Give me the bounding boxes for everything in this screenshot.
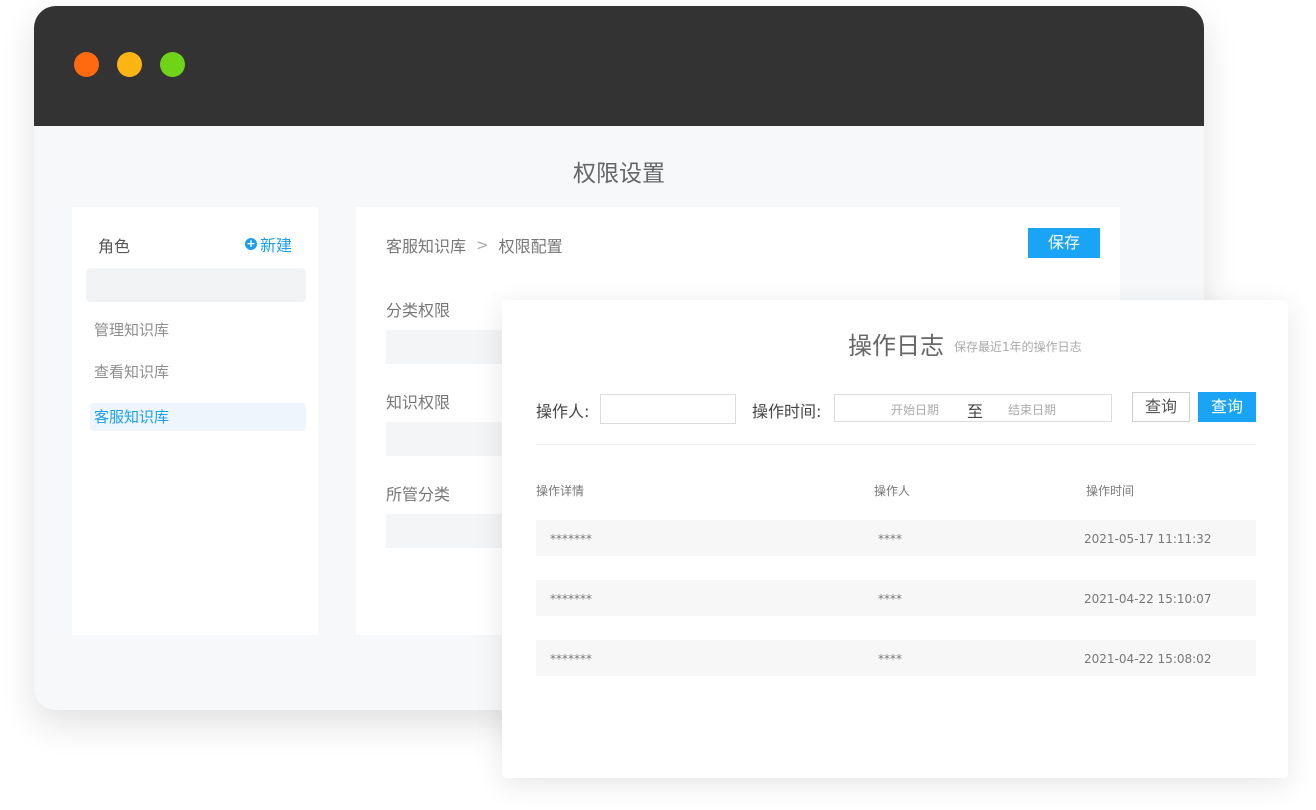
query-button[interactable]: 查询 — [1198, 392, 1256, 422]
table-row: ******* **** 2021-05-17 11:11:32 — [536, 520, 1256, 556]
cell-operator: **** — [878, 532, 902, 546]
column-header-detail: 操作详情 — [536, 484, 585, 498]
new-role-label: 新建 — [259, 236, 292, 255]
log-title: 操作日志 — [848, 332, 944, 360]
time-label: 操作时间: — [752, 402, 822, 421]
query-button-secondary[interactable]: 查询 — [1132, 392, 1190, 422]
role-item-view[interactable]: 查看知识库 — [94, 361, 169, 382]
end-date-placeholder[interactable]: 结束日期 — [1008, 401, 1056, 418]
title-bar — [34, 6, 1204, 126]
cell-detail: ******* — [550, 592, 592, 606]
divider — [536, 444, 1256, 445]
log-subtitle: 保存最近1年的操作日志 — [954, 340, 1082, 354]
start-date-placeholder[interactable]: 开始日期 — [891, 401, 939, 418]
breadcrumb-item[interactable]: 客服知识库 — [386, 233, 466, 257]
plus-circle-icon: + — [244, 237, 257, 250]
date-range-picker[interactable]: 开始日期 至 结束日期 — [834, 394, 1112, 422]
role-item-customer-service[interactable]: 客服知识库 — [90, 403, 306, 431]
cell-operator: **** — [878, 592, 902, 606]
maximize-window-dot[interactable] — [160, 52, 185, 77]
column-header-operator: 操作人 — [874, 484, 911, 498]
cell-operator: **** — [878, 652, 902, 666]
section-label-category: 分类权限 — [386, 301, 451, 320]
breadcrumb-item: 权限配置 — [498, 237, 563, 256]
save-button[interactable]: 保存 — [1028, 228, 1100, 258]
cell-detail: ******* — [550, 652, 592, 666]
chevron-right-icon: > — [476, 236, 489, 254]
operation-log-dialog: 操作日志 保存最近1年的操作日志 操作人: 操作时间: 开始日期 至 结束日期 … — [502, 300, 1288, 778]
date-range-separator: 至 — [967, 402, 984, 421]
breadcrumb: 客服知识库 > 权限配置 — [386, 233, 563, 257]
table-row: ******* **** 2021-04-22 15:08:02 — [536, 640, 1256, 676]
roles-title: 角色 — [98, 237, 131, 256]
operator-input[interactable] — [600, 394, 736, 424]
cell-detail: ******* — [550, 532, 592, 546]
page-title: 权限设置 — [573, 161, 665, 187]
minimize-window-dot[interactable] — [117, 52, 142, 77]
cell-time: 2021-04-22 15:08:02 — [1084, 652, 1212, 666]
cell-time: 2021-04-22 15:10:07 — [1084, 592, 1212, 606]
close-window-dot[interactable] — [74, 52, 99, 77]
section-label-knowledge: 知识权限 — [386, 393, 451, 412]
new-role-button[interactable]: + 新建 — [244, 232, 292, 256]
role-search-input[interactable] — [86, 268, 306, 302]
role-item-manage[interactable]: 管理知识库 — [94, 319, 169, 340]
cell-time: 2021-05-17 11:11:32 — [1084, 532, 1212, 546]
table-row: ******* **** 2021-04-22 15:10:07 — [536, 580, 1256, 616]
roles-panel: 角色 + 新建 管理知识库 查看知识库 客服知识库 — [72, 207, 318, 635]
section-label-managed: 所管分类 — [386, 485, 451, 504]
operator-label: 操作人: — [536, 402, 590, 421]
column-header-time: 操作时间 — [1086, 484, 1135, 498]
